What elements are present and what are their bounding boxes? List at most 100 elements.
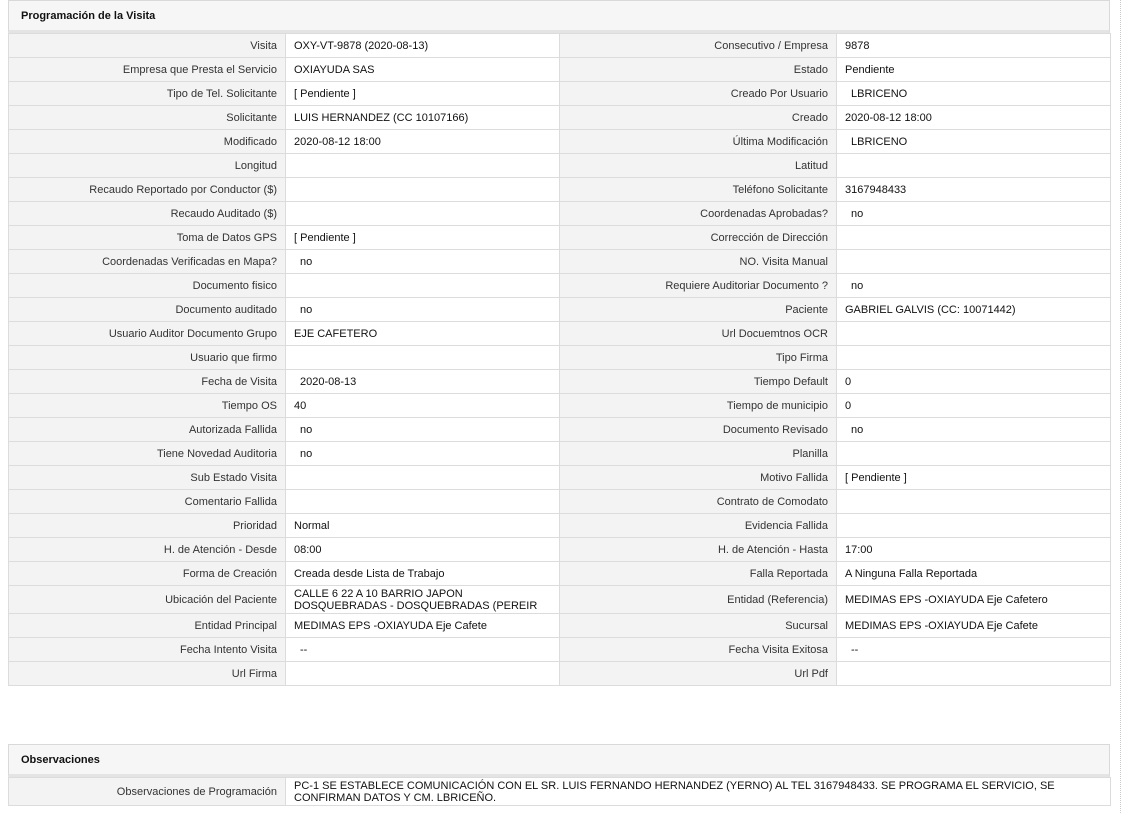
field-label: Tipo Firma — [559, 345, 837, 370]
field-value: GABRIEL GALVIS (CC: 10071442) — [836, 297, 1111, 322]
field-label: Comentario Fallida — [8, 489, 286, 514]
field-value: EJE CAFETERO — [285, 321, 560, 346]
table-row: Prioridad Normal Evidencia Fallida — [8, 513, 1111, 538]
observations-label: Observaciones de Programación — [8, 777, 286, 806]
table-row: Tiempo OS 40 Tiempo de municipio 0 — [8, 393, 1111, 418]
field-label: Ubicación del Paciente — [8, 585, 286, 614]
field-label: Forma de Creación — [8, 561, 286, 586]
field-value: MEDIMAS EPS -OXIAYUDA Eje Cafetero — [836, 585, 1111, 614]
field-value — [285, 153, 560, 178]
table-row: Toma de Datos GPS[ Pendiente ] Corrección… — [8, 225, 1111, 250]
field-label: Prioridad — [8, 513, 286, 538]
visit-panel-title: Programación de la Visita — [8, 0, 1110, 33]
field-value: no — [285, 249, 560, 274]
field-value: CALLE 6 22 A 10 BARRIO JAPON DOSQUEBRADA… — [285, 585, 560, 614]
field-label: Url Docuemtnos OCR — [559, 321, 837, 346]
table-row: Recaudo Reportado por Conductor ($) Teléf… — [8, 177, 1111, 202]
table-row: Recaudo Auditado ($) Coordenadas Aprobada… — [8, 201, 1111, 226]
field-value: no — [836, 273, 1111, 298]
field-label: Toma de Datos GPS — [8, 225, 286, 250]
field-value — [285, 201, 560, 226]
table-row: Solicitante LUIS HERNANDEZ (CC 10107166) C… — [8, 105, 1111, 130]
field-value: Creada desde Lista de Trabajo — [285, 561, 560, 586]
field-value — [836, 513, 1111, 538]
table-row: Modificado 2020-08-12 18:00 Última Modific… — [8, 129, 1111, 154]
field-value — [285, 661, 560, 686]
field-value: 0 — [836, 369, 1111, 394]
table-row: Forma de Creación Creada desde Lista de T… — [8, 561, 1111, 586]
field-label: Url Pdf — [559, 661, 837, 686]
field-label: Empresa que Presta el Servicio — [8, 57, 286, 82]
field-label: Creado Por Usuario — [559, 81, 837, 106]
field-label: Fecha de Visita — [8, 369, 286, 394]
field-label: Coordenadas Verificadas en Mapa? — [8, 249, 286, 274]
table-row: Autorizada Fallida no Documento Revisado no — [8, 417, 1111, 442]
field-value: 08:00 — [285, 537, 560, 562]
field-value — [836, 345, 1111, 370]
table-row: Usuario Auditor Documento Grupo EJE CAFET… — [8, 321, 1111, 346]
field-label: Usuario que firmo — [8, 345, 286, 370]
table-row: Coordenadas Verificadas en Mapa? no NO. Vi… — [8, 249, 1111, 274]
field-label: Autorizada Fallida — [8, 417, 286, 442]
observations-table: Observaciones de Programación PC-1 SE ES… — [8, 777, 1111, 806]
field-value: 2020-08-13 — [285, 369, 560, 394]
field-label: Entidad (Referencia) — [559, 585, 837, 614]
field-label: Evidencia Fallida — [559, 513, 837, 538]
field-label: Documento fisico — [8, 273, 286, 298]
field-label: Sub Estado Visita — [8, 465, 286, 490]
visit-panel: Programación de la Visita Visita OXY-VT-9… — [8, 0, 1111, 686]
field-label: Tiempo de municipio — [559, 393, 837, 418]
field-label: Corrección de Dirección — [559, 225, 837, 250]
table-row: Fecha de Visita 2020-08-13 Tiempo Default 0 — [8, 369, 1111, 394]
field-value: MEDIMAS EPS -OXIAYUDA Eje Cafete — [836, 613, 1111, 638]
field-value: LBRICENO — [836, 129, 1111, 154]
table-row: H. de Atención - Desde 08:00 H. de Atenció… — [8, 537, 1111, 562]
field-label: Visita — [8, 33, 286, 58]
table-row: Entidad Principal MEDIMAS EPS -OXIAYUDA E… — [8, 613, 1111, 638]
field-value: 2020-08-12 18:00 — [836, 105, 1111, 130]
field-label: Recaudo Auditado ($) — [8, 201, 286, 226]
field-value — [836, 661, 1111, 686]
field-value — [285, 177, 560, 202]
table-row: Documento fisico Requiere Auditoriar Docu… — [8, 273, 1111, 298]
table-row: Observaciones de Programación PC-1 SE ES… — [8, 777, 1111, 806]
field-value — [836, 153, 1111, 178]
field-value: 17:00 — [836, 537, 1111, 562]
field-value: [ Pendiente ] — [836, 465, 1111, 490]
page-edge-divider — [1120, 0, 1121, 813]
field-value — [836, 321, 1111, 346]
table-row: Usuario que firmo Tipo Firma — [8, 345, 1111, 370]
field-label: Longitud — [8, 153, 286, 178]
table-row: Comentario Fallida Contrato de Comodato — [8, 489, 1111, 514]
field-value: MEDIMAS EPS -OXIAYUDA Eje Cafete — [285, 613, 560, 638]
field-label: Fecha Visita Exitosa — [559, 637, 837, 662]
visit-details-table: Visita OXY-VT-9878 (2020-08-13) Consecutiv… — [8, 33, 1111, 686]
field-value: 9878 — [836, 33, 1111, 58]
field-label: Última Modificación — [559, 129, 837, 154]
field-label: Usuario Auditor Documento Grupo — [8, 321, 286, 346]
field-label: Motivo Fallida — [559, 465, 837, 490]
field-label: Paciente — [559, 297, 837, 322]
field-label: Latitud — [559, 153, 837, 178]
field-value: 2020-08-12 18:00 — [285, 129, 560, 154]
field-value: 3167948433 — [836, 177, 1111, 202]
field-value — [285, 465, 560, 490]
field-label: Documento auditado — [8, 297, 286, 322]
observations-value: PC-1 SE ESTABLECE COMUNICACIÓN CON EL SR… — [285, 777, 1111, 806]
field-value: no — [836, 201, 1111, 226]
field-value — [285, 345, 560, 370]
field-value — [285, 489, 560, 514]
field-label: Coordenadas Aprobadas? — [559, 201, 837, 226]
table-row: Tiene Novedad Auditoria no Planilla — [8, 441, 1111, 466]
field-value: Normal — [285, 513, 560, 538]
field-label: Tiene Novedad Auditoria — [8, 441, 286, 466]
field-value: OXY-VT-9878 (2020-08-13) — [285, 33, 560, 58]
field-value: [ Pendiente ] — [285, 225, 560, 250]
field-label: Url Firma — [8, 661, 286, 686]
table-row: Sub Estado Visita Motivo Fallida[ Pendien… — [8, 465, 1111, 490]
field-value — [836, 489, 1111, 514]
table-row: Tipo de Tel. Solicitante[ Pendiente ] Cre… — [8, 81, 1111, 106]
field-value: no — [285, 441, 560, 466]
table-row: Ubicación del Paciente CALLE 6 22 A 10 BA… — [8, 585, 1111, 614]
field-value: -- — [836, 637, 1111, 662]
